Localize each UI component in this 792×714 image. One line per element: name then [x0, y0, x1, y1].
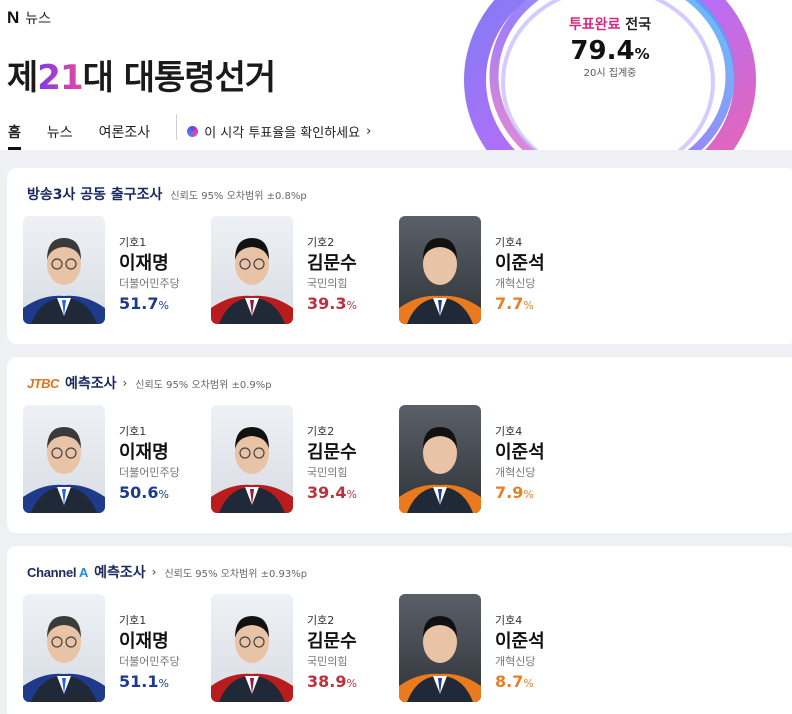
poll-source-title: 예측조사 [64, 376, 117, 392]
turnout-rate: 79.4% [570, 36, 650, 66]
candidate-photo [23, 405, 105, 513]
vote-share: 39.4% [307, 483, 357, 502]
candidate-result[interactable]: 기호2 김문수국민의힘 39.3% [211, 216, 391, 326]
candidate-name: 이재명 [119, 442, 169, 463]
candidate-result[interactable]: 기호4 이준석개혁신당 7.7% [399, 216, 579, 326]
tab-polls[interactable]: 여론조사 [99, 114, 151, 150]
brand-label: 뉴스 [25, 11, 52, 27]
party-name: 국민의힘 [307, 277, 348, 290]
vote-share: 8.7% [495, 672, 534, 691]
candidate-info: 기호4 이준석개혁신당 7.7% [495, 234, 545, 313]
naver-logo: N [7, 8, 20, 27]
ballot-number: 기호1 [119, 614, 147, 627]
party-name: 개혁신당 [495, 277, 536, 290]
candidate-info: 기호4 이준석개혁신당 8.7% [495, 612, 545, 691]
vote-share: 38.9% [307, 672, 357, 691]
promo-label: 이 시각 투표율을 확인하세요 [204, 125, 361, 141]
candidate-name: 김문수 [307, 253, 357, 274]
candidate-photo [399, 405, 481, 513]
poll-source-title: 예측조사 [94, 565, 146, 581]
candidate-photo [211, 216, 293, 324]
candidate-result[interactable]: 기호1 이재명더불어민주당 51.7% [23, 216, 203, 326]
candidate-name: 김문수 [307, 631, 357, 652]
vote-share: 7.7% [495, 294, 534, 313]
turnout-orb-icon [187, 125, 199, 137]
turnout-status: 20시 집계중 [583, 68, 637, 79]
party-name: 국민의힘 [307, 466, 348, 479]
poll-card: 방송3사 공동 출구조사 신뢰도 95% 오차범위 ±0.8%p 기호1 이재명더불어… [7, 168, 792, 344]
candidate-info: 기호2 김문수국민의힘 39.3% [307, 234, 357, 313]
election-header: N 뉴스 제21대 대통령선거 투표완료 전국 79.4% 20시 집계중 홈 … [0, 0, 792, 150]
candidate-photo [211, 405, 293, 513]
candidate-photo [399, 594, 481, 702]
poll-card-header[interactable]: Channel A 예측조사 › 신뢰도 95% 오차범위 ±0.93%p [27, 562, 307, 582]
chevron-right-icon: › [366, 123, 372, 139]
ballot-number: 기호4 [495, 425, 523, 438]
ballot-number: 기호4 [495, 236, 523, 249]
poll-card: JTBC 예측조사 › 신뢰도 95% 오차범위 ±0.9%p 기호1 이재명더불어민주당… [7, 357, 792, 533]
party-name: 개혁신당 [495, 655, 536, 668]
tab-news[interactable]: 뉴스 [47, 114, 73, 150]
poll-card: Channel A 예측조사 › 신뢰도 95% 오차범위 ±0.93%p 기호1 이재명… [7, 546, 792, 714]
vote-share: 51.7% [119, 294, 169, 313]
party-name: 개혁신당 [495, 466, 536, 479]
tab-bar: 홈 뉴스 여론조사 이 시각 투표율을 확인하세요 › [0, 114, 792, 150]
channel-a-logo: Channel A [27, 564, 89, 580]
candidate-name: 이재명 [119, 631, 169, 652]
candidate-result[interactable]: 기호1 이재명더불어민주당 51.1% [23, 594, 203, 704]
candidate-info: 기호1 이재명더불어민주당 51.1% [119, 612, 180, 691]
vote-share: 50.6% [119, 483, 169, 502]
candidate-info: 기호1 이재명더불어민주당 50.6% [119, 423, 180, 502]
turnout-summary: 투표완료 전국 79.4% 20시 집계중 [530, 14, 690, 79]
turnout-label: 투표완료 전국 [568, 17, 652, 33]
candidate-result[interactable]: 기호1 이재명더불어민주당 50.6% [23, 405, 203, 515]
candidate-info: 기호2 김문수국민의힘 38.9% [307, 612, 357, 691]
candidate-name: 김문수 [307, 442, 357, 463]
poll-source-title: 방송3사 공동 출구조사 [27, 187, 163, 203]
chevron-right-icon: › [122, 376, 128, 390]
ballot-number: 기호1 [119, 236, 147, 249]
tab-home[interactable]: 홈 [8, 114, 21, 150]
ballot-number: 기호1 [119, 425, 147, 438]
brand[interactable]: N 뉴스 [7, 8, 51, 28]
candidate-name: 이재명 [119, 253, 169, 274]
candidate-photo [211, 594, 293, 702]
candidate-name: 이준석 [495, 631, 545, 652]
candidate-result[interactable]: 기호4 이준석개혁신당 7.9% [399, 405, 579, 515]
candidate-info: 기호1 이재명더불어민주당 51.7% [119, 234, 180, 313]
poll-confidence-note: 신뢰도 95% 오차범위 ±0.93%p [164, 568, 308, 580]
ballot-number: 기호4 [495, 614, 523, 627]
ballot-number: 기호2 [307, 236, 335, 249]
candidate-name: 이준석 [495, 253, 545, 274]
party-name: 더불어민주당 [119, 277, 180, 290]
party-name: 국민의힘 [307, 655, 348, 668]
candidate-photo [23, 594, 105, 702]
ballot-number: 기호2 [307, 425, 335, 438]
ballot-number: 기호2 [307, 614, 335, 627]
candidate-info: 기호2 김문수국민의힘 39.4% [307, 423, 357, 502]
vote-share: 51.1% [119, 672, 169, 691]
candidate-info: 기호4 이준석개혁신당 7.9% [495, 423, 545, 502]
candidate-result[interactable]: 기호2 김문수국민의힘 39.4% [211, 405, 391, 515]
poll-card-header[interactable]: JTBC 예측조사 › 신뢰도 95% 오차범위 ±0.9%p [27, 373, 272, 393]
poll-confidence-note: 신뢰도 95% 오차범위 ±0.8%p [170, 190, 307, 202]
candidate-photo [23, 216, 105, 324]
vote-share: 39.3% [307, 294, 357, 313]
candidate-photo [399, 216, 481, 324]
candidate-result[interactable]: 기호4 이준석개혁신당 8.7% [399, 594, 579, 704]
vote-share: 7.9% [495, 483, 534, 502]
page-title: 제21대 대통령선거 [7, 58, 276, 98]
poll-confidence-note: 신뢰도 95% 오차범위 ±0.9%p [135, 379, 272, 391]
poll-card-header[interactable]: 방송3사 공동 출구조사 신뢰도 95% 오차범위 ±0.8%p [27, 184, 307, 204]
turnout-promo-link[interactable]: 이 시각 투표율을 확인하세요 › [176, 114, 372, 141]
candidate-name: 이준석 [495, 442, 545, 463]
candidate-result[interactable]: 기호2 김문수국민의힘 38.9% [211, 594, 391, 704]
chevron-right-icon: › [151, 565, 157, 579]
jtbc-logo: JTBC [27, 375, 59, 391]
party-name: 더불어민주당 [119, 466, 180, 479]
party-name: 더불어민주당 [119, 655, 180, 668]
